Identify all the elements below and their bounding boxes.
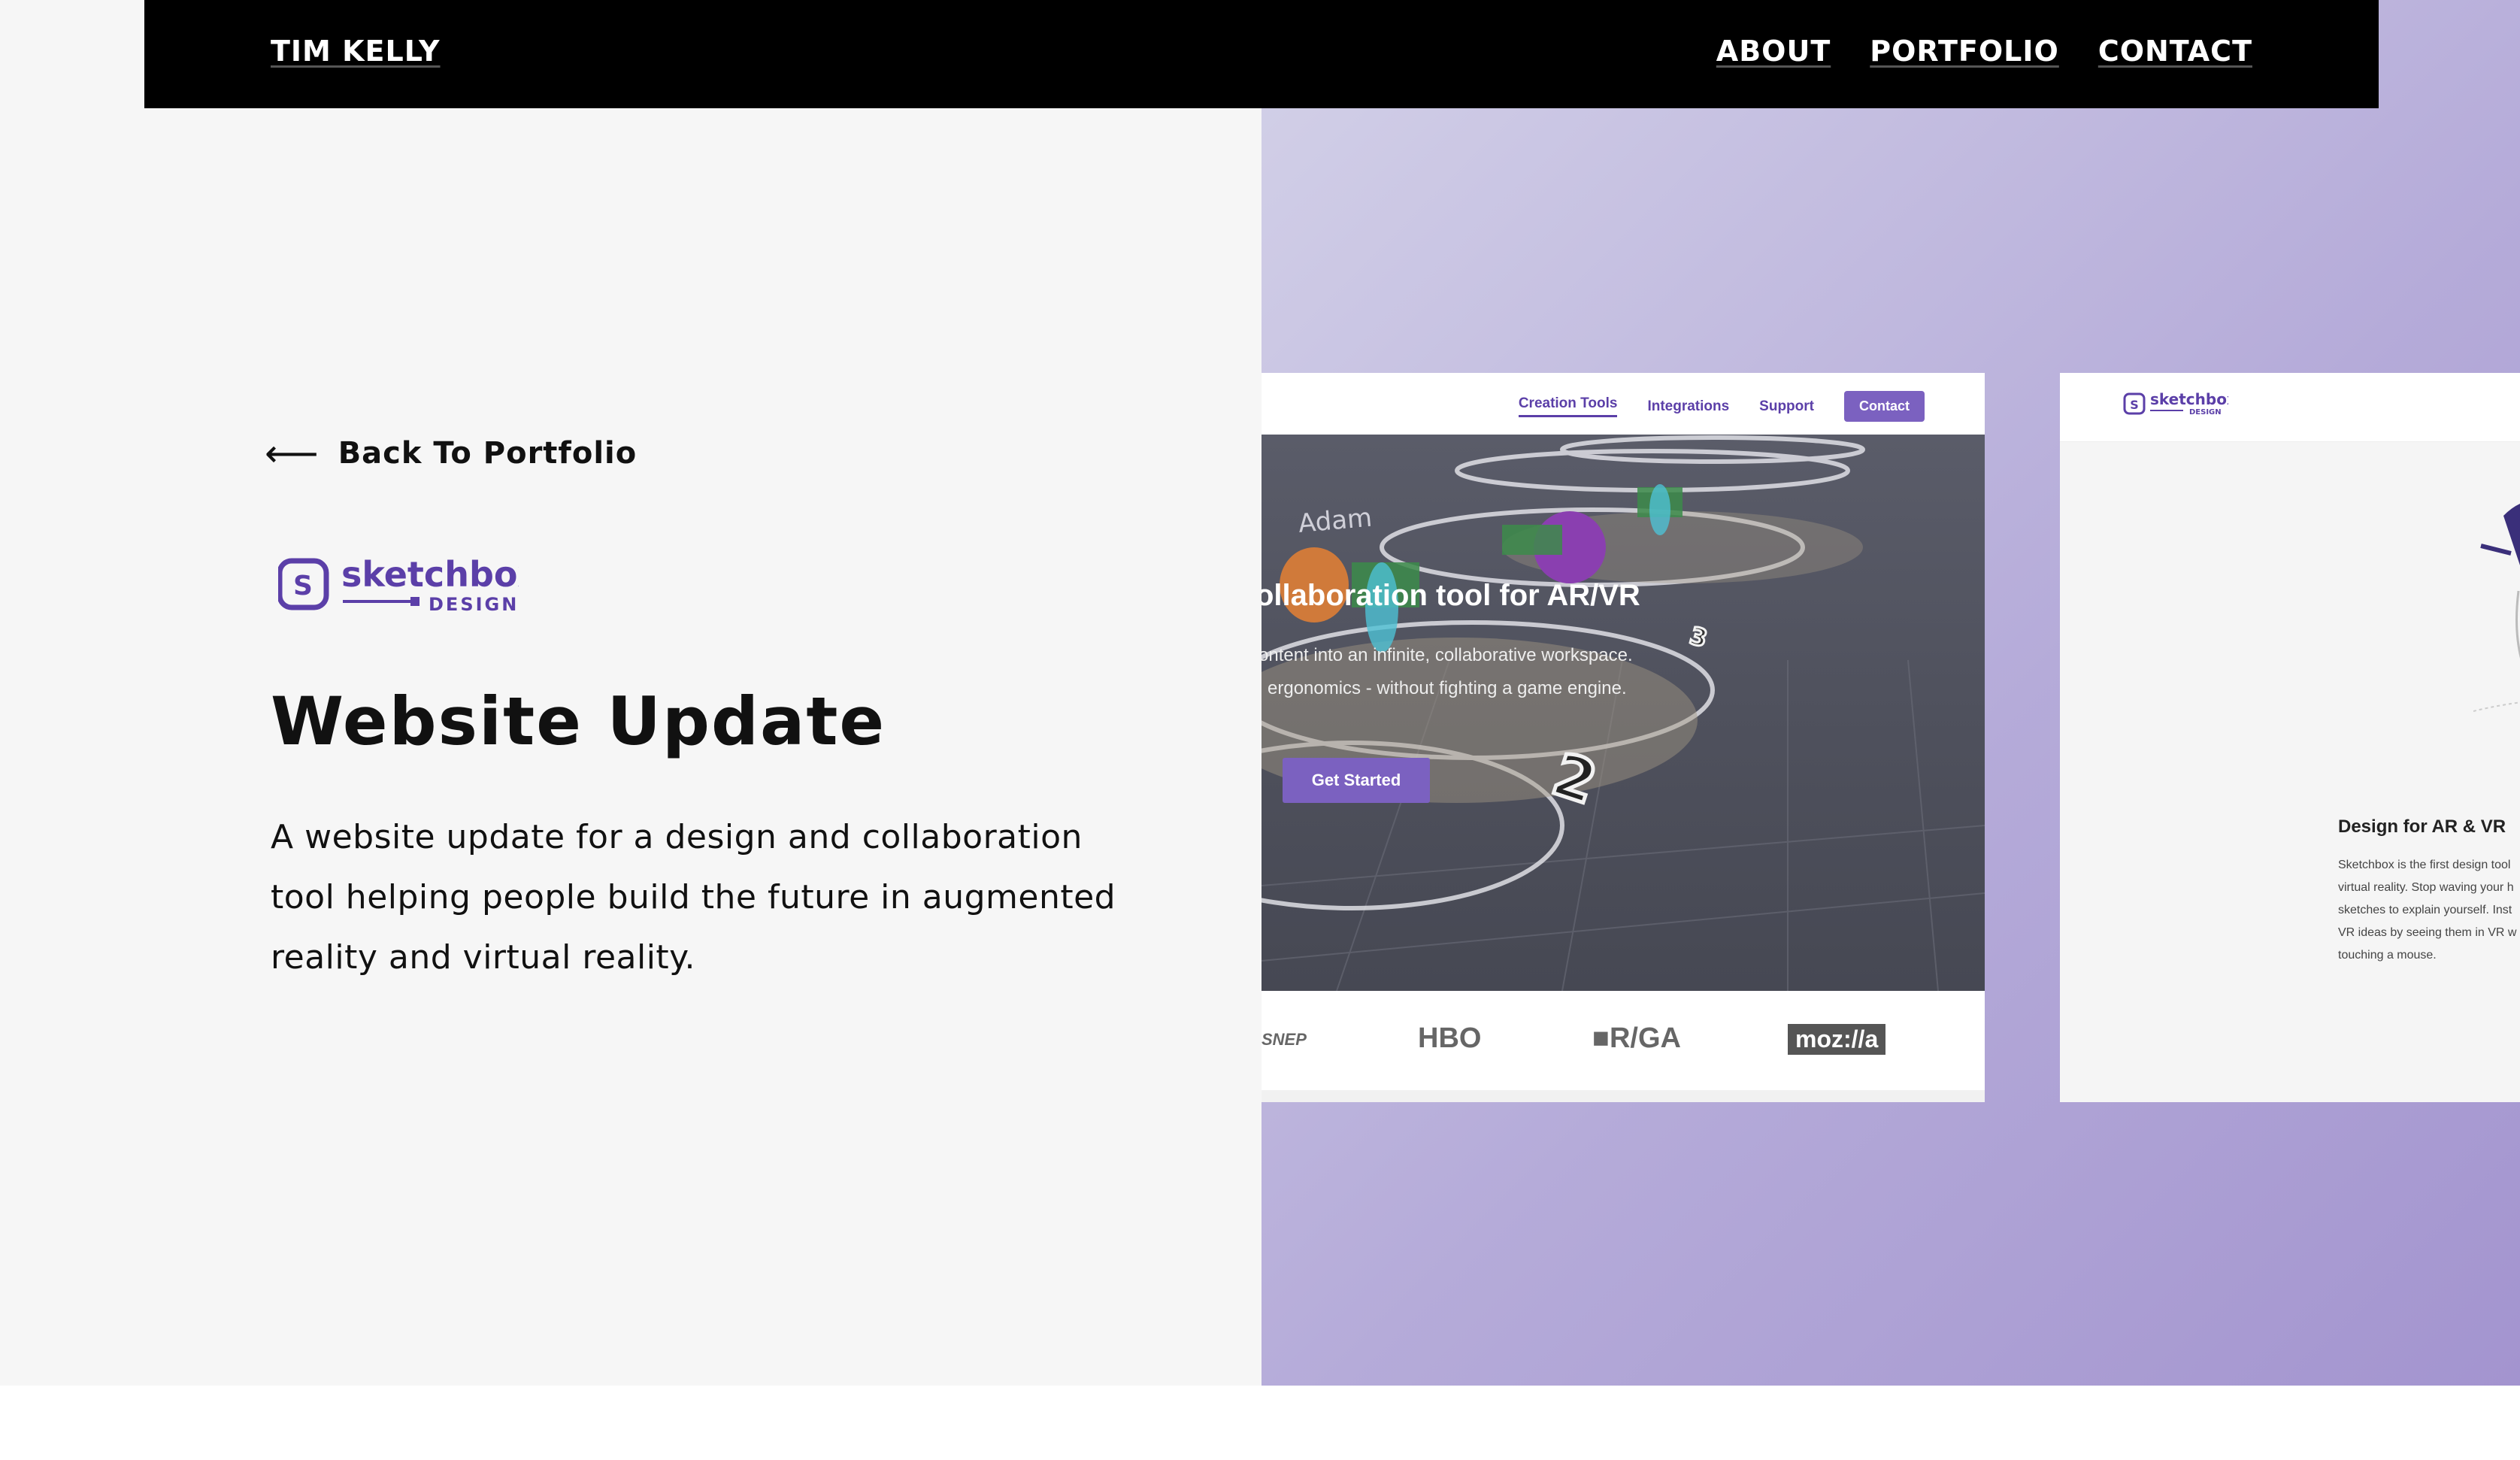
screenshot-nav-creation-tools: Creation Tools [1518, 395, 1618, 417]
site-header: TIM KELLY ABOUT PORTFOLIO CONTACT [144, 0, 2379, 108]
logo-subtitle: DESIGN [429, 594, 519, 615]
screenshot-hero-subtitle-line-1: ontent into an infinite, collaborative w… [1262, 645, 1633, 665]
logo-mark: S [293, 571, 313, 601]
floor-label-adam: Adam [1297, 503, 1373, 539]
vr-person-illustration [2473, 504, 2520, 712]
screenshot2-heading: Design for AR & VR [2338, 816, 2506, 837]
arrow-left-icon: ⟵ [265, 432, 319, 475]
sketchbox-logo: S sketchbox DESIGN [278, 554, 519, 615]
website-screenshot-about: S sketchbox DESIGN Design for AR & VR Sk… [2060, 373, 2520, 1102]
client-logo-hbo: HBO [1418, 1022, 1482, 1054]
screenshot-hero-title: ollaboration tool for AR/VR [1262, 579, 1640, 612]
nav-about-link[interactable]: ABOUT [1716, 35, 1831, 68]
screenshot-contact-button: Contact [1844, 391, 1925, 422]
website-screenshot-home: Creation Tools Integrations Support Cont… [1262, 373, 1985, 1102]
hero-scene-illustration: Adam 2 3 [1262, 435, 1985, 991]
screenshot2-logo-subtitle: DESIGN [2189, 408, 2222, 416]
screenshot2-navbar: S sketchbox DESIGN [2060, 373, 2520, 442]
screenshot-footer-strip [1262, 1090, 1985, 1102]
screenshot-client-logos: SNEP HBO ■R/GA moz://a [1262, 991, 1985, 1090]
back-to-portfolio-label: Back To Portfolio [338, 436, 638, 471]
screenshot-hero: Adam 2 3 ollaboration tool for AR/VR ont… [1262, 435, 1985, 991]
screenshot2-logo-wordmark: sketchbox [2150, 390, 2228, 408]
screenshot-navbar: Creation Tools Integrations Support Cont… [1262, 373, 1985, 435]
project-description: A website update for a design and collab… [271, 818, 1116, 977]
page-title: Website Update [271, 683, 886, 760]
project-intro-panel: ⟵ Back To Portfolio S sketchbox DESIGN W… [0, 0, 1262, 1386]
client-logo-mozilla: moz://a [1788, 1024, 1886, 1055]
screenshot-nav-integrations: Integrations [1647, 398, 1730, 414]
screenshot2-paragraph: Sketchbox is the first design tool virtu… [2338, 859, 2517, 962]
screenshot2-sketchbox-logo: S sketchbox DESIGN [2123, 390, 2228, 416]
screenshot-get-started-button: Get Started [1283, 758, 1430, 803]
client-logo-rga: ■R/GA [1592, 1022, 1681, 1054]
site-brand-link[interactable]: TIM KELLY [271, 35, 441, 68]
screenshot2-logo-mark: S [2130, 398, 2139, 412]
nav-contact-link[interactable]: CONTACT [2098, 35, 2252, 68]
project-gallery-panel: Creation Tools Integrations Support Cont… [1262, 0, 2520, 1386]
back-to-portfolio-link[interactable]: ⟵ Back To Portfolio [265, 435, 637, 472]
main-nav: ABOUT PORTFOLIO CONTACT [1716, 35, 2252, 68]
screenshot-hero-subtitle-line-2: l ergonomics - without fighting a game e… [1262, 678, 1627, 698]
logo-wordmark: sketchbox [341, 554, 519, 595]
client-logo-disney: SNEP [1262, 1030, 1307, 1049]
screenshot-nav-support: Support [1759, 398, 1814, 414]
screenshot-hero-subtitle: ontent into an infinite, collaborative w… [1262, 639, 1633, 705]
nav-portfolio-link[interactable]: PORTFOLIO [1870, 35, 2059, 68]
floor-label-three: 3 [1687, 621, 1710, 653]
